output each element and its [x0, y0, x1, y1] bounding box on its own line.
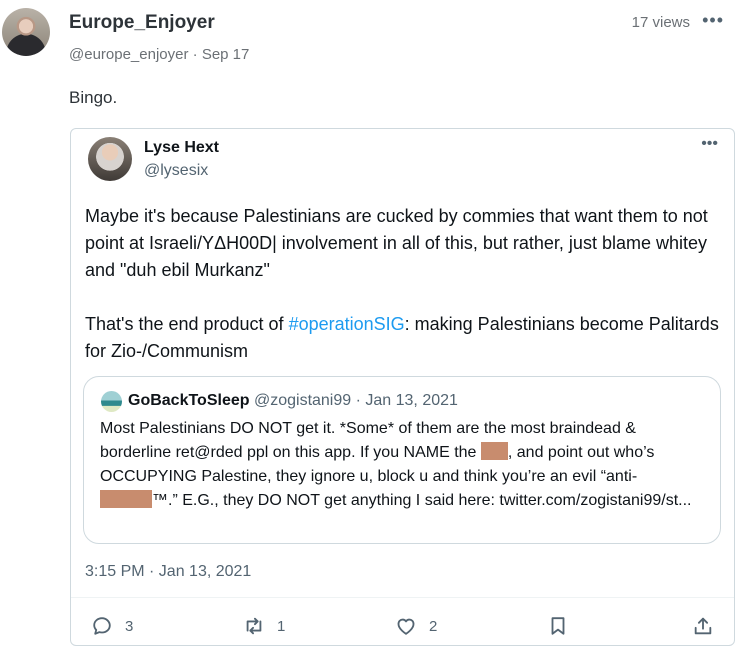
like-count: 2: [429, 617, 438, 635]
quote-author-handle[interactable]: @zogistani99: [254, 392, 351, 409]
embed-author-name[interactable]: Lyse Hext: [144, 139, 219, 157]
quote-author-name[interactable]: GoBackToSleep: [128, 392, 250, 409]
quote-text: Most Palestinians DO NOT get it. *Some* …: [100, 417, 710, 513]
view-count: 17 views: [631, 14, 690, 31]
more-options-icon[interactable]: •••: [702, 10, 724, 31]
retweet-count: 1: [277, 617, 286, 635]
share-button[interactable]: [692, 615, 714, 637]
bookmark-button[interactable]: [547, 615, 569, 637]
embed-paragraph-2: That's the end product of #operationSIG:…: [85, 311, 725, 365]
hashtag-link[interactable]: #operationSIG: [289, 314, 405, 334]
embed-paragraph-1: Maybe it's because Palestinians are cuck…: [85, 206, 708, 280]
embed-timestamp[interactable]: 3:15 PM · Jan 13, 2021: [85, 563, 251, 581]
paragraph-text: That's the end product of: [85, 314, 289, 334]
author-name[interactable]: Europe_Enjoyer: [69, 12, 215, 34]
post-date[interactable]: Sep 17: [202, 46, 250, 63]
retweet-button[interactable]: 1: [243, 615, 285, 637]
like-button[interactable]: 2: [395, 615, 437, 637]
post-text: Bingo.: [69, 88, 118, 107]
quote-avatar[interactable]: [101, 391, 122, 412]
heart-icon: [397, 618, 415, 635]
embed-more-icon[interactable]: •••: [701, 135, 718, 153]
reply-button[interactable]: 3: [91, 615, 133, 637]
embedded-tweet[interactable]: Lyse Hext @lysesix ••• Maybe it's becaus…: [70, 128, 735, 646]
meta-separator: ·: [192, 46, 202, 63]
reply-count: 3: [125, 617, 134, 635]
share-icon: [694, 617, 712, 635]
avatar[interactable]: [2, 8, 50, 56]
retweet-icon: [246, 617, 262, 635]
embed-body: Maybe it's because Palestinians are cuck…: [85, 203, 725, 365]
quote-date[interactable]: Jan 13, 2021: [365, 392, 458, 409]
reply-icon: [93, 617, 111, 635]
author-meta: @europe_enjoyer · Sep 17: [69, 46, 249, 63]
embed-avatar[interactable]: [88, 137, 132, 181]
quote-text-part: ™.” E.G., they DO NOT get anything I sai…: [152, 492, 692, 509]
quote-header: GoBackToSleep @zogistani99 · Jan 13, 202…: [128, 392, 458, 410]
bookmark-icon: [551, 617, 565, 635]
redaction-box: [480, 442, 508, 460]
redaction-box: [100, 490, 152, 508]
quote-meta-separator: ·: [355, 392, 366, 409]
author-handle[interactable]: @europe_enjoyer: [69, 46, 188, 63]
divider: [71, 597, 734, 598]
embed-author-handle[interactable]: @lysesix: [144, 162, 208, 180]
quoted-tweet[interactable]: GoBackToSleep @zogistani99 · Jan 13, 202…: [83, 376, 721, 544]
